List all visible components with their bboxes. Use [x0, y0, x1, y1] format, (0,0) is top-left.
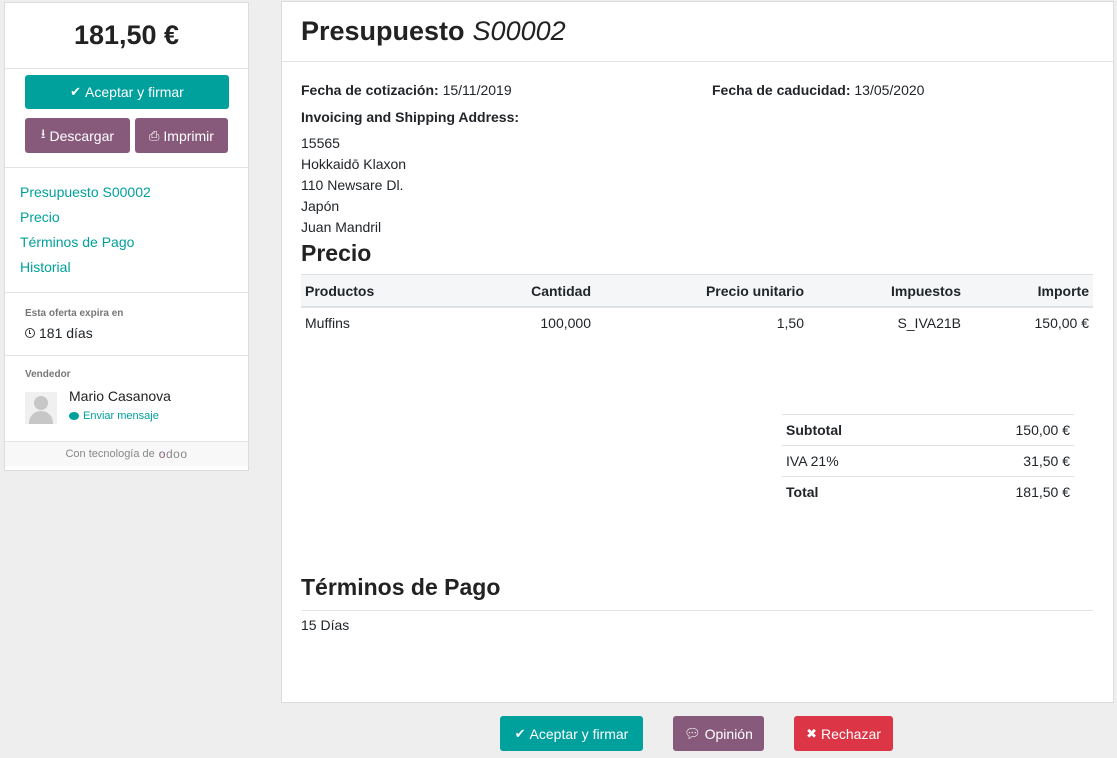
- totals-row: Total 181,50 €: [782, 476, 1074, 507]
- sidebar-button-row: ⭳ Descargar ⎙ Imprimir: [25, 118, 228, 153]
- address-line: Juan Mandril: [301, 219, 382, 235]
- price-section-title: Precio: [301, 240, 372, 266]
- expiry-value-row: 181 días: [25, 325, 228, 341]
- products-table: Productos Cantidad Precio unitario Impue…: [301, 274, 1093, 338]
- download-label: Descargar: [49, 127, 115, 144]
- seller-section: Vendedor Mario Casanova Enviar mensaje: [5, 356, 248, 442]
- send-message-link[interactable]: Enviar mensaje: [69, 410, 171, 422]
- avatar: [25, 392, 57, 424]
- totals-label: Total: [782, 476, 930, 507]
- quote-panel: Presupuesto S00002 Fecha de cotización: …: [281, 1, 1114, 703]
- bottom-accept-label: Aceptar y firmar: [529, 725, 629, 742]
- totals-value: 31,50 €: [929, 445, 1074, 477]
- expiry-date-label: Fecha de caducidad:: [712, 82, 851, 98]
- column-header: Productos: [301, 274, 469, 308]
- powered-by-label: Con tecnología de: [65, 448, 155, 460]
- seller-row: Mario Casanova Enviar mensaje: [25, 388, 228, 424]
- expiry-section: Esta oferta expira en 181 días: [5, 293, 248, 356]
- quote-content: Fecha de cotización: 15/11/2019 Fecha de…: [282, 82, 1113, 338]
- table-cell: 100,000: [540, 315, 591, 331]
- table-row: Muffins 100,000 1,50 S_IVA21B 150,00 €: [301, 307, 1093, 338]
- totals-value: 150,00 €: [929, 414, 1074, 446]
- totals-table: Subtotal 150,00 € IVA 21% 31,50 € Total …: [782, 414, 1074, 507]
- column-header: Impuestos: [808, 274, 965, 308]
- address-block: 15565 Hokkaidō Klaxon 110 Newsare Dl. Ja…: [301, 133, 1093, 238]
- quote-number: S00002: [472, 16, 566, 46]
- print-icon: ⎙: [148, 127, 160, 143]
- seller-label: Vendedor: [25, 369, 71, 380]
- send-message-label: Enviar mensaje: [83, 410, 159, 422]
- totals-value: 181,50 €: [929, 476, 1074, 507]
- nav-link-payment-terms[interactable]: Términos de Pago: [20, 232, 233, 257]
- check-icon: ✔: [70, 84, 82, 99]
- quote-date-label: Fecha de cotización:: [301, 82, 439, 98]
- clock-icon: [25, 328, 35, 338]
- feedback-label: Opinión: [704, 725, 753, 742]
- powered-by: Con tecnología de odoo: [5, 442, 248, 466]
- accept-sign-button[interactable]: ✔ Aceptar y firmar: [25, 75, 229, 109]
- accept-sign-label: Aceptar y firmar: [85, 84, 184, 100]
- reject-label: Rechazar: [820, 725, 881, 742]
- payment-terms-value: 15 Días: [301, 617, 350, 633]
- totals-label: IVA 21%: [782, 445, 930, 477]
- column-header: Importe: [965, 274, 1093, 308]
- table-cell: S_IVA21B: [897, 315, 961, 331]
- reject-button[interactable]: ✖ Rechazar: [794, 716, 893, 751]
- table-cell: Muffins: [305, 315, 350, 331]
- expiry-date: Fecha de caducidad: 13/05/2020: [712, 82, 924, 98]
- nav-link-history[interactable]: Historial: [20, 257, 233, 282]
- sidebar-actions: ✔ Aceptar y firmar ⭳ Descargar ⎙ Imprimi…: [5, 69, 248, 168]
- address-line: 15565: [301, 135, 340, 151]
- odoo-logo[interactable]: odoo: [159, 447, 188, 461]
- download-icon: ⭳: [40, 125, 46, 141]
- download-button[interactable]: ⭳ Descargar: [25, 118, 130, 153]
- table-header-row: Productos Cantidad Precio unitario Impue…: [301, 274, 1093, 308]
- payment-terms-title: Términos de Pago: [301, 572, 1093, 611]
- page-title: Presupuesto S00002: [282, 2, 1113, 62]
- expiry-value: 181 días: [39, 325, 93, 341]
- print-label: Imprimir: [163, 127, 214, 144]
- table-cell: 150,00 €: [1034, 315, 1090, 331]
- feedback-button[interactable]: 💬︎ Opinión: [673, 716, 764, 751]
- totals-row: IVA 21% 31,50 €: [782, 445, 1074, 477]
- quote-date-value: 15/11/2019: [442, 82, 512, 98]
- nav-link-price[interactable]: Precio: [20, 207, 233, 232]
- bottom-accept-sign-button[interactable]: ✔ Aceptar y firmar: [500, 716, 643, 751]
- comment-icon: 💬︎: [684, 725, 701, 741]
- close-icon: ✖: [806, 725, 817, 741]
- table-cell: 1,50: [776, 315, 804, 331]
- chat-bubble-icon: [69, 412, 79, 420]
- column-header: Precio unitario: [595, 274, 808, 308]
- page-title-label: Presupuesto: [301, 16, 465, 46]
- expiry-date-value: 13/05/2020: [854, 82, 925, 98]
- sidebar-nav: Presupuesto S00002 Precio Términos de Pa…: [5, 168, 248, 293]
- total-amount: 181,50 €: [5, 3, 248, 69]
- dates-row: Fecha de cotización: 15/11/2019 Fecha de…: [301, 82, 1093, 122]
- address-line: 110 Newsare Dl.: [301, 177, 404, 193]
- print-button[interactable]: ⎙ Imprimir: [134, 118, 228, 153]
- check-icon: ✔: [514, 725, 526, 741]
- seller-name: Mario Casanova: [69, 388, 171, 404]
- totals-label: Subtotal: [782, 414, 930, 446]
- address-line: Hokkaidō Klaxon: [301, 156, 407, 172]
- address-line: Japón: [301, 198, 340, 214]
- quote-date: Fecha de cotización: 15/11/2019: [301, 82, 512, 98]
- expiry-label: Esta oferta expira en: [25, 308, 124, 319]
- nav-link-quote[interactable]: Presupuesto S00002: [20, 182, 233, 207]
- sidebar: 181,50 € ✔ Aceptar y firmar ⭳ Descargar …: [4, 2, 249, 471]
- totals-row: Subtotal 150,00 €: [782, 414, 1074, 446]
- column-header: Cantidad: [469, 274, 595, 308]
